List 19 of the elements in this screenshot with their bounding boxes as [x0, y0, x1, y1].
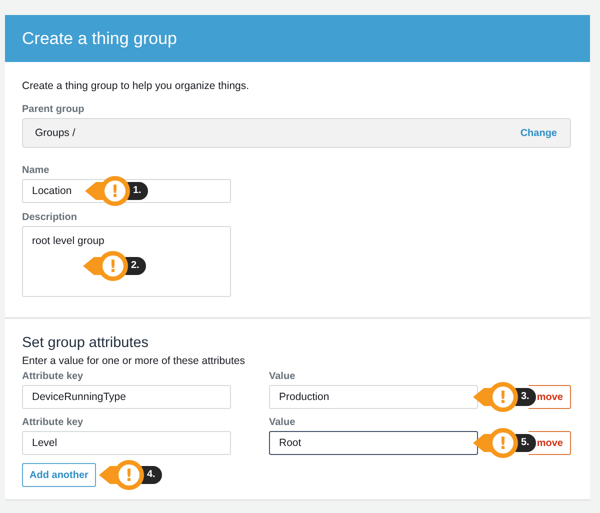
- field-label: Name: [22, 165, 50, 176]
- input-field[interactable]: Production: [269, 385, 478, 409]
- section-subtitle: Enter a value for one or more of these attributes: [22, 355, 246, 367]
- input-field[interactable]: Level: [22, 431, 231, 455]
- remove-button[interactable]: move: [528, 431, 571, 455]
- parent-group-value: Groups /: [35, 127, 76, 139]
- field-label: Attribute key: [22, 371, 84, 382]
- field-label: Value: [269, 417, 296, 428]
- section-title: Set group attributes: [22, 335, 150, 351]
- input-field[interactable]: Root: [269, 431, 478, 455]
- field-label: Description: [22, 212, 78, 223]
- field-label: Parent group: [22, 104, 86, 115]
- field-label: Attribute key: [22, 417, 84, 428]
- intro-text: Create a thing group to help you organize things.: [22, 80, 250, 92]
- page-title: Create a thing group: [22, 28, 177, 48]
- add-another-button[interactable]: Add another: [22, 463, 96, 487]
- field-label: Value: [269, 371, 296, 382]
- input-field[interactable]: DeviceRunningType: [22, 385, 231, 409]
- remove-button[interactable]: move: [528, 385, 571, 409]
